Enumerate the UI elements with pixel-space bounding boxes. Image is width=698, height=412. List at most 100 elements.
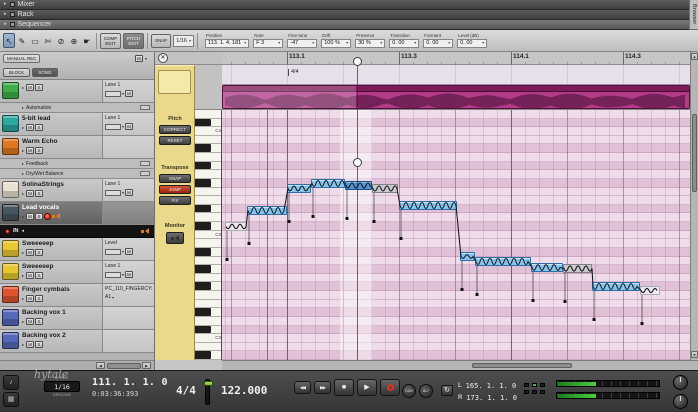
fold-icon[interactable]: ▸ (4, 22, 7, 27)
track-row[interactable]: 5-bit lead ▸ M S Lane 1 ▾ M (0, 113, 154, 136)
piano-key[interactable] (195, 222, 221, 231)
fold-icon[interactable]: ▸ (22, 105, 24, 110)
piano-key[interactable] (195, 170, 221, 179)
automation-lane-row[interactable]: ▸ Dry/Wet Balance (0, 169, 154, 179)
solo-button[interactable]: S (35, 213, 44, 221)
piano-key[interactable] (195, 299, 221, 309)
lane-mute-button[interactable]: M (125, 123, 134, 130)
piano-key[interactable] (195, 118, 221, 128)
hand-tool[interactable]: ☛ (81, 33, 93, 48)
track-row[interactable]: Lead vocals ▸ M S (0, 202, 154, 225)
piano-key[interactable] (195, 282, 221, 292)
piano-key[interactable] (195, 135, 221, 145)
track-fold-icon[interactable]: ▸ (22, 319, 24, 324)
track-lane-column[interactable] (102, 330, 154, 352)
lane-selector[interactable] (105, 248, 121, 255)
field-value[interactable]: 100 % ▾ (321, 38, 352, 48)
piano-key[interactable]: C4 (195, 127, 221, 136)
field-value[interactable]: F 3 ▾ (253, 38, 284, 48)
track-fold-icon[interactable]: ▸ (22, 296, 24, 301)
track-lane-column[interactable] (102, 307, 154, 329)
solo-button[interactable]: S (35, 318, 44, 326)
piano-key[interactable]: C2 (195, 334, 221, 343)
mute-button[interactable]: M (26, 295, 35, 303)
pitch-note[interactable] (563, 264, 592, 273)
browser-side-tab[interactable]: Browser (689, 0, 698, 30)
stop-button[interactable]: ■ (334, 379, 354, 396)
pitch-note[interactable] (345, 181, 372, 190)
mixer-window-bar[interactable]: ▸ Mixer (0, 0, 689, 10)
pitch-note[interactable] (460, 252, 475, 261)
track-fold-icon[interactable]: ▸ (22, 148, 24, 153)
piano-key[interactable] (195, 161, 221, 171)
track-fold-icon[interactable]: ▸ (22, 191, 24, 196)
play-button[interactable]: ▶ (357, 379, 377, 396)
track-fold-icon[interactable]: ▸ (22, 342, 24, 347)
snap-toggle-button[interactable]: SNAP (151, 33, 172, 48)
dropdown-caret-icon[interactable]: ▾ (122, 190, 124, 195)
transport-knob[interactable] (673, 375, 688, 390)
reset-pitch-button[interactable]: RESET (159, 136, 191, 145)
dropdown-caret-icon[interactable]: ▾ (122, 272, 124, 277)
metronome-pad-button[interactable]: ♪ (3, 375, 19, 390)
correct-pitch-button[interactable]: CORRECT (159, 125, 191, 134)
transpose-fix-button[interactable]: FIX (159, 196, 191, 205)
solo-button[interactable]: S (35, 295, 44, 303)
mute-button[interactable]: M (26, 147, 35, 155)
track-lane-column[interactable]: Lane 1 ▾ M (102, 261, 154, 283)
razor-tool[interactable]: ✄ (42, 33, 54, 48)
pitch-note[interactable] (531, 263, 563, 272)
track-lane-column[interactable] (102, 136, 154, 158)
monitor-speaker-icon[interactable] (141, 227, 149, 235)
piano-key[interactable] (195, 187, 221, 197)
solo-button[interactable]: S (35, 124, 44, 132)
dropdown-caret-icon[interactable]: ▾ (145, 56, 147, 61)
scrollbar-thumb[interactable] (107, 363, 141, 369)
field-value[interactable]: 0. 00 ▾ (457, 38, 488, 48)
field-value[interactable]: 0. 00 ▾ (423, 38, 454, 48)
pitch-note[interactable] (399, 201, 457, 210)
solo-button[interactable]: S (35, 272, 44, 280)
track-row[interactable]: Sweeeeep ▸ M S Lane 1 ▾ M (0, 261, 154, 284)
field-value[interactable]: 0. 00 ▾ (389, 38, 420, 48)
lane-selector[interactable] (105, 271, 121, 278)
mute-button[interactable]: M (26, 318, 35, 326)
track-row[interactable]: ▸ M S Lane 1 ▾ M (0, 80, 154, 103)
pitch-note[interactable] (247, 206, 287, 215)
pitch-note[interactable] (372, 184, 398, 193)
scrollbar-thumb[interactable] (472, 363, 572, 368)
pitch-drag-handle[interactable] (353, 158, 362, 167)
track-lane-column[interactable]: PC_110_FINGERCYMB A1▾ (102, 284, 154, 306)
piano-key[interactable] (195, 178, 221, 188)
audio-clip[interactable] (222, 85, 690, 109)
dropdown-caret-icon[interactable]: ▾ (122, 249, 124, 254)
vertical-scrollbar[interactable]: ▲ ▼ (690, 52, 698, 360)
piano-key[interactable] (195, 196, 221, 205)
piano-key[interactable] (195, 316, 221, 326)
edit-cursor-line[interactable] (357, 65, 358, 360)
lane-selector[interactable] (105, 90, 121, 97)
fold-icon[interactable]: ▸ (4, 2, 7, 7)
pitch-note[interactable] (475, 257, 531, 266)
scroll-down-icon[interactable]: ▼ (691, 351, 698, 358)
dropdown-caret-icon[interactable]: ▾ (122, 124, 124, 129)
record-arm-button[interactable] (44, 213, 52, 221)
piano-key[interactable] (195, 265, 221, 274)
clip-overview-lane[interactable] (222, 85, 690, 110)
pitch-note[interactable] (311, 179, 345, 188)
piano-key[interactable] (195, 342, 221, 352)
monitor-speaker-icon[interactable] (52, 213, 61, 220)
track-row[interactable]: Sweeeeep ▸ M S Level ▾ M (0, 238, 154, 261)
pads-pad-button[interactable]: ▦ (3, 392, 19, 407)
pitch-note[interactable] (287, 184, 311, 193)
fold-icon[interactable]: ▸ (22, 171, 24, 176)
dropdown-caret-icon[interactable]: ▾ (112, 295, 114, 300)
header-mute-button[interactable]: M (134, 55, 143, 62)
rack-window-bar[interactable]: ▸ Rack (0, 10, 689, 20)
solo-button[interactable]: S (35, 341, 44, 349)
piano-key[interactable] (195, 325, 221, 335)
track-fold-icon[interactable]: ▸ (22, 85, 24, 90)
horizontal-scrollbar[interactable] (222, 360, 698, 370)
automation-lane-row[interactable]: ▸ Automation (0, 103, 154, 113)
piano-key[interactable] (195, 153, 221, 162)
